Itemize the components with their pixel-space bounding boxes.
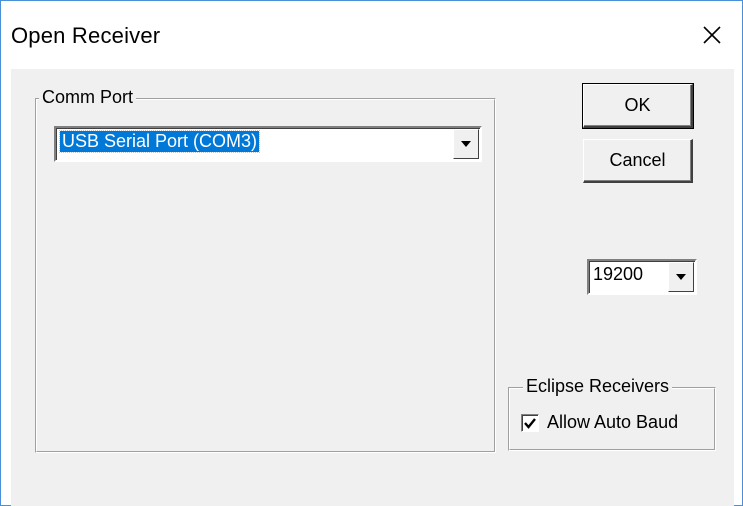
chevron-down-icon [676,274,686,280]
comm-port-select[interactable]: USB Serial Port (COM3) [54,126,482,162]
eclipse-receivers-group-label: Eclipse Receivers [523,376,673,397]
ok-button[interactable]: OK [582,83,694,129]
title-bar: Open Receiver [1,1,742,69]
baud-rate-select[interactable]: 19200 [587,259,697,295]
comm-port-dropdown-button[interactable] [453,129,479,159]
close-button[interactable] [682,1,742,69]
baud-rate-selected-value: 19200 [593,264,644,284]
allow-auto-baud-checkbox[interactable] [521,414,539,432]
cancel-button[interactable]: Cancel [583,139,693,183]
comm-port-group-label: Comm Port [39,87,137,108]
ok-button-label: OK [624,95,651,115]
cancel-button-label: Cancel [609,150,666,170]
checkmark-icon [524,418,536,429]
window-title: Open Receiver [11,23,161,48]
baud-rate-dropdown-button[interactable] [668,262,694,292]
close-icon [703,26,721,44]
dialog-client-area: Comm Port USB Serial Port (COM3) OK Canc… [11,69,734,506]
comm-port-selected-value: USB Serial Port (COM3) [58,130,261,153]
open-receiver-dialog: Open Receiver Comm Port USB Serial Port … [0,0,743,506]
chevron-down-icon [461,141,471,147]
allow-auto-baud-label[interactable]: Allow Auto Baud [547,412,678,433]
